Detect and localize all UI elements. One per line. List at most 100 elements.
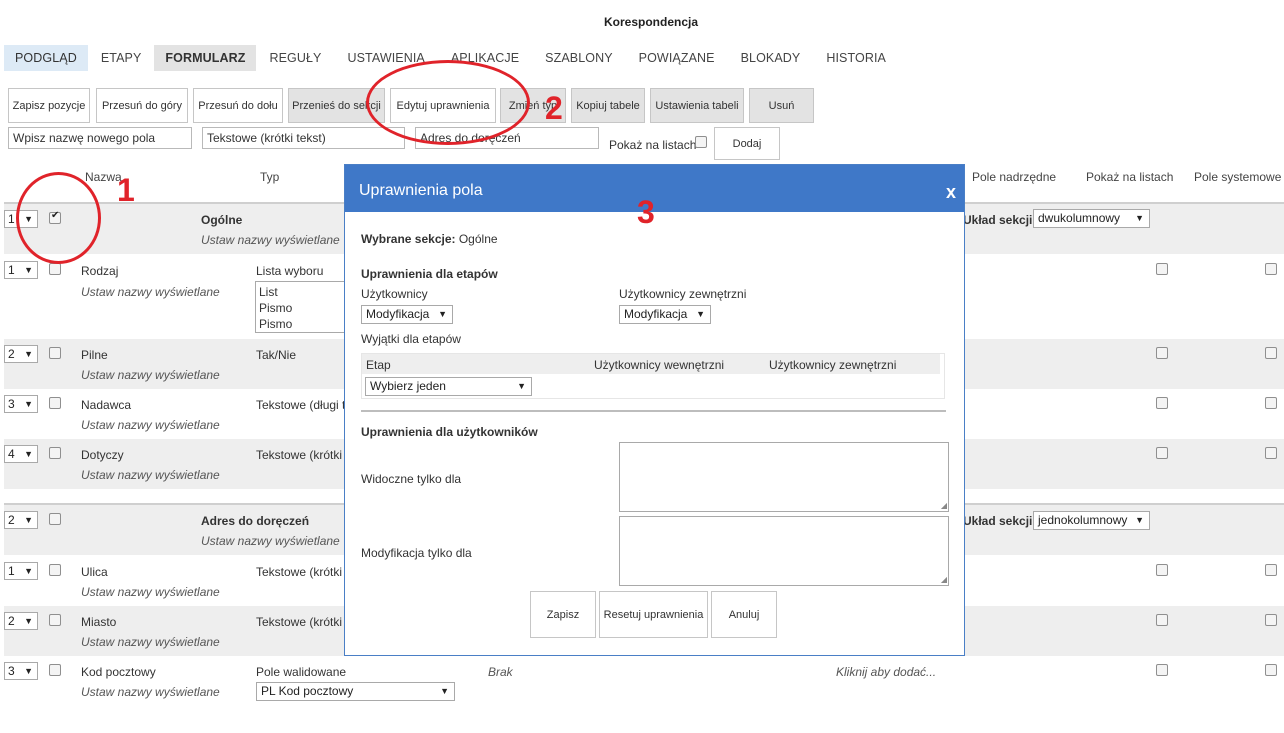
modify-only-for-textarea[interactable]: ◢ <box>619 516 949 586</box>
list-item: Pismo urzędowe <box>259 317 293 331</box>
add-field-button[interactable]: Dodaj <box>714 127 780 160</box>
field-type: Tekstowe (krótki <box>256 565 343 579</box>
field-order-select[interactable]: 3 ▼ <box>4 395 38 413</box>
save-button[interactable]: Zapisz <box>530 591 596 638</box>
field-type: Tekstowe (krótki <box>256 448 343 462</box>
field-order-select[interactable]: 2 ▼ <box>4 612 38 630</box>
system-field-checkbox[interactable] <box>1265 564 1277 576</box>
field-permissions-dialog: Uprawnienia pola x Wybrane sekcje: Ogóln… <box>344 164 965 656</box>
stage-exceptions-table: Etap Użytkownicy wewnętrzni Użytkownicy … <box>361 353 945 399</box>
field-name: Rodzaj <box>81 264 119 278</box>
annotation-circle-checkbox <box>16 172 101 264</box>
external-users-permission-select[interactable]: Modyfikacja ▼ <box>619 305 711 324</box>
new-field-type-select[interactable]: Tekstowe (krótki tekst) <box>202 127 405 149</box>
section-order-select[interactable]: 2 ▼ <box>4 511 38 529</box>
header-type: Typ <box>260 170 280 184</box>
show-on-lists-checkbox[interactable] <box>1156 614 1168 626</box>
system-field-checkbox[interactable] <box>1265 397 1277 409</box>
system-field-checkbox[interactable] <box>1265 614 1277 626</box>
section-checkbox[interactable] <box>49 513 61 525</box>
exceptions-header-stage: Etap <box>366 358 391 372</box>
field-name: Nadawca <box>81 398 132 412</box>
field-order-select[interactable]: 1 ▼ <box>4 562 38 580</box>
stage-select[interactable]: Wybierz jeden ▼ <box>365 377 532 396</box>
field-display-names-link[interactable]: Ustaw nazwy wyświetlane <box>81 685 220 699</box>
system-field-checkbox[interactable] <box>1265 263 1277 275</box>
show-on-lists-checkbox[interactable] <box>695 136 707 148</box>
field-checkbox[interactable] <box>49 397 61 409</box>
tab-formularz[interactable]: FORMULARZ <box>154 45 257 71</box>
field-checkbox[interactable] <box>49 447 61 459</box>
selected-sections-label: Wybrane sekcje: <box>361 232 456 246</box>
show-on-lists-checkbox[interactable] <box>1156 397 1168 409</box>
field-checkbox[interactable] <box>49 263 61 275</box>
external-users-label: Użytkownicy zewnętrzni <box>619 287 747 301</box>
show-on-lists-checkbox[interactable] <box>1156 664 1168 676</box>
field-options-list[interactable]: List Pismo Pismo urzędowe <box>255 281 350 333</box>
save-positions-button[interactable]: Zapisz pozycje <box>8 88 90 123</box>
field-order-select[interactable]: 3 ▼ <box>4 662 38 680</box>
delete-button[interactable]: Usuń <box>749 88 814 123</box>
field-type: Lista wyboru <box>256 264 324 278</box>
field-checkbox[interactable] <box>49 564 61 576</box>
field-display-names-link[interactable]: Ustaw nazwy wyświetlane <box>81 585 220 599</box>
copy-tables-button[interactable]: Kopiuj tabele <box>571 88 645 123</box>
system-field-checkbox[interactable] <box>1265 347 1277 359</box>
annotation-number-1: 1 <box>117 172 135 208</box>
field-display-names-link[interactable]: Ustaw nazwy wyświetlane <box>81 368 220 382</box>
section-layout-label: Układ sekcji: <box>963 213 1037 227</box>
tab-blokady[interactable]: BLOKADY <box>728 45 814 71</box>
click-to-add-link[interactable]: Kliknij aby dodać... <box>836 665 936 679</box>
new-field-name-input[interactable]: Wpisz nazwę nowego pola <box>8 127 192 149</box>
system-field-checkbox[interactable] <box>1265 447 1277 459</box>
section-name: Adres do doręczeń <box>201 514 310 528</box>
validator-select[interactable]: PL Kod pocztowy ▼ <box>256 682 455 701</box>
list-item: Pismo <box>259 301 293 315</box>
tab-historia[interactable]: HISTORIA <box>813 45 899 71</box>
show-on-lists-checkbox[interactable] <box>1156 263 1168 275</box>
tab-reguly[interactable]: REGUŁY <box>256 45 334 71</box>
tab-etapy[interactable]: ETAPY <box>88 45 155 71</box>
header-show-on-lists: Pokaż na listach <box>1086 170 1174 184</box>
reset-permissions-button[interactable]: Resetuj uprawnienia <box>599 591 708 638</box>
modify-only-for-label: Modyfikacja tylko dla <box>361 546 472 560</box>
users-label: Użytkownicy <box>361 287 428 301</box>
field-checkbox[interactable] <box>49 347 61 359</box>
field-type: Tekstowe (długi t <box>256 398 346 412</box>
table-settings-button[interactable]: Ustawienia tabeli <box>650 88 744 123</box>
visible-only-for-textarea[interactable]: ◢ <box>619 442 949 512</box>
field-name: Pilne <box>81 348 108 362</box>
field-type: Tekstowe (krótki <box>256 615 343 629</box>
system-field-checkbox[interactable] <box>1265 664 1277 676</box>
header-system-field: Pole systemowe <box>1194 170 1282 184</box>
tab-szablony[interactable]: SZABLONY <box>532 45 626 71</box>
field-type: Pole walidowane <box>256 665 347 679</box>
section-display-names-link[interactable]: Ustaw nazwy wyświetlane <box>201 534 340 548</box>
stage-permissions-heading: Uprawnienia dla etapów <box>361 267 498 281</box>
field-display-names-link[interactable]: Ustaw nazwy wyświetlane <box>81 418 220 432</box>
field-name: Miasto <box>81 615 117 629</box>
users-permission-select[interactable]: Modyfikacja ▼ <box>361 305 453 324</box>
move-up-button[interactable]: Przesuń do góry <box>96 88 188 123</box>
field-checkbox[interactable] <box>49 664 61 676</box>
cancel-button[interactable]: Anuluj <box>711 591 777 638</box>
field-name: Ulica <box>81 565 108 579</box>
section-display-names-link[interactable]: Ustaw nazwy wyświetlane <box>201 233 340 247</box>
field-order-select[interactable]: 2 ▼ <box>4 345 38 363</box>
tab-podglad[interactable]: PODGLĄD <box>4 45 88 71</box>
section-layout-select[interactable]: dwukolumnowy ▼ <box>1033 209 1150 228</box>
field-checkbox[interactable] <box>49 614 61 626</box>
close-icon[interactable]: x <box>946 182 956 203</box>
field-order-select[interactable]: 1 ▼ <box>4 261 38 279</box>
field-order-select[interactable]: 4 ▼ <box>4 445 38 463</box>
section-layout-select[interactable]: jednokolumnowy ▼ <box>1033 511 1150 530</box>
field-display-names-link[interactable]: Ustaw nazwy wyświetlane <box>81 635 220 649</box>
move-down-button[interactable]: Przesuń do dołu <box>193 88 283 123</box>
field-display-names-link[interactable]: Ustaw nazwy wyświetlane <box>81 468 220 482</box>
show-on-lists-checkbox[interactable] <box>1156 564 1168 576</box>
section-layout-label: Układ sekcji: <box>963 514 1037 528</box>
tab-powiazane[interactable]: POWIĄZANE <box>626 45 728 71</box>
show-on-lists-checkbox[interactable] <box>1156 447 1168 459</box>
show-on-lists-checkbox[interactable] <box>1156 347 1168 359</box>
field-display-names-link[interactable]: Ustaw nazwy wyświetlane <box>81 285 220 299</box>
